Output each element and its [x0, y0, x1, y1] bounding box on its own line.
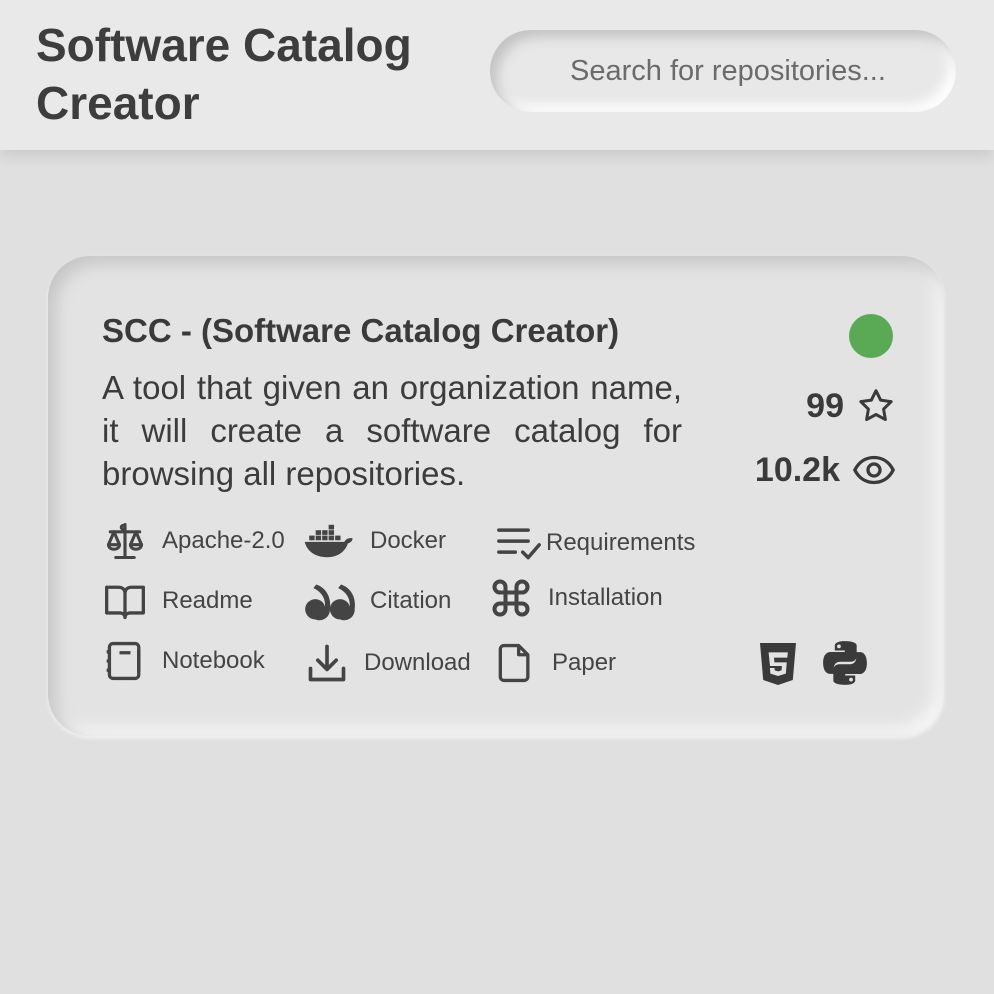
stars-count: 99 [806, 386, 896, 426]
html5-icon [754, 640, 802, 688]
feature-citation[interactable]: Citation [302, 578, 451, 624]
watchers-count: 10.2k [755, 450, 896, 490]
search-box[interactable] [490, 30, 956, 112]
feature-label: Notebook [162, 647, 265, 674]
download-icon [304, 640, 350, 686]
feature-label: Installation [548, 584, 663, 611]
repo-name[interactable]: SCC - (Software Catalog Creator) [102, 312, 619, 350]
scale-icon [102, 518, 148, 564]
star-icon [856, 386, 896, 426]
feature-label: Docker [370, 527, 447, 554]
feature-installation[interactable]: Installation [488, 575, 663, 621]
feature-label: Requirements [546, 529, 696, 556]
status-indicator [849, 314, 893, 358]
docker-icon [302, 518, 356, 564]
feature-readme[interactable]: Readme [102, 578, 253, 624]
command-icon [488, 575, 534, 621]
checklist-icon [494, 520, 544, 566]
feature-label: Readme [162, 587, 253, 614]
repository-card[interactable]: SCC - (Software Catalog Creator) A tool … [48, 256, 944, 736]
feature-paper[interactable]: Paper [492, 640, 616, 686]
eye-icon [852, 450, 896, 490]
feature-label: Citation [370, 587, 452, 614]
feature-download[interactable]: Download [304, 640, 471, 686]
app-header: Software Catalog Creator [0, 0, 994, 150]
file-icon [492, 640, 538, 686]
search-input[interactable] [490, 30, 956, 112]
book-icon [102, 578, 148, 624]
feature-label: Download [364, 649, 471, 676]
feature-label: Paper [552, 649, 617, 676]
python-icon [820, 638, 868, 686]
feature-notebook[interactable]: Notebook [102, 638, 265, 684]
feature-license[interactable]: Apache-2.0 [102, 518, 285, 564]
watchers-value: 10.2k [754, 450, 840, 489]
feature-label: Apache-2.0 [162, 527, 285, 554]
feature-requirements[interactable]: Requirements [494, 520, 695, 566]
quote-icon [302, 578, 356, 624]
notebook-icon [102, 638, 148, 684]
repo-description: A tool that given an organization name, … [102, 369, 682, 492]
app-title: Software Catalog Creator [36, 19, 412, 129]
feature-docker[interactable]: Docker [302, 518, 446, 564]
stars-value: 99 [806, 386, 844, 425]
